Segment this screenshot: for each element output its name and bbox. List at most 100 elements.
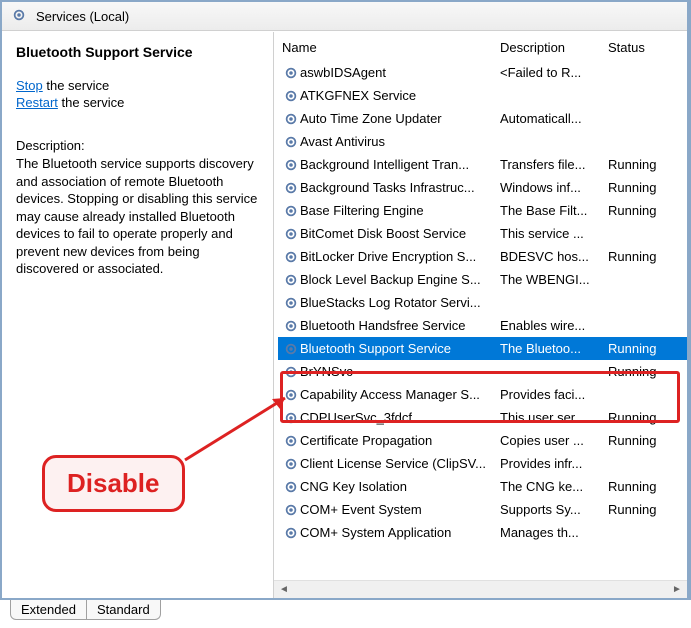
- service-row[interactable]: ATKGFNEX Service: [278, 84, 687, 107]
- service-row[interactable]: Base Filtering EngineThe Base Filt...Run…: [278, 199, 687, 222]
- service-status: Running: [608, 433, 687, 448]
- service-name: BitComet Disk Boost Service: [300, 226, 500, 241]
- description-text: The Bluetooth service supports discovery…: [16, 155, 259, 278]
- stop-suffix: the service: [43, 78, 109, 93]
- service-status: Running: [608, 479, 687, 494]
- service-description: <Failed to R...: [500, 65, 608, 80]
- restart-link[interactable]: Restart: [16, 95, 58, 110]
- service-row[interactable]: Capability Access Manager S...Provides f…: [278, 383, 687, 406]
- details-pane: Bluetooth Support Service Stop the servi…: [2, 32, 274, 598]
- services-icon: [12, 8, 28, 24]
- tab-standard[interactable]: Standard: [86, 600, 161, 620]
- service-row[interactable]: BitComet Disk Boost ServiceThis service …: [278, 222, 687, 245]
- description-heading: Description:: [16, 138, 259, 153]
- service-name: BitLocker Drive Encryption S...: [300, 249, 500, 264]
- column-description[interactable]: Description: [500, 40, 608, 55]
- stop-link[interactable]: Stop: [16, 78, 43, 93]
- service-status: Running: [608, 180, 687, 195]
- service-name: COM+ System Application: [300, 525, 500, 540]
- restart-suffix: the service: [58, 95, 124, 110]
- service-row[interactable]: CNG Key IsolationThe CNG ke...Running: [278, 475, 687, 498]
- service-row[interactable]: CDPUserSvc_3fdcfThis user ser...Running: [278, 406, 687, 429]
- service-description: The Bluetoo...: [500, 341, 608, 356]
- service-row[interactable]: COM+ Event SystemSupports Sy...Running: [278, 498, 687, 521]
- service-icon: [282, 388, 300, 402]
- service-row[interactable]: Auto Time Zone UpdaterAutomaticall...: [278, 107, 687, 130]
- service-name: COM+ Event System: [300, 502, 500, 517]
- service-status: Running: [608, 410, 687, 425]
- service-icon: [282, 135, 300, 149]
- service-name: Bluetooth Support Service: [300, 341, 500, 356]
- service-description: Windows inf...: [500, 180, 608, 195]
- annotation-label: Disable: [67, 468, 160, 498]
- service-icon: [282, 526, 300, 540]
- service-row[interactable]: Bluetooth Support ServiceThe Bluetoo...R…: [278, 337, 687, 360]
- service-name: Auto Time Zone Updater: [300, 111, 500, 126]
- service-name: Base Filtering Engine: [300, 203, 500, 218]
- service-name: BrYNSvc: [300, 364, 500, 379]
- service-description: Enables wire...: [500, 318, 608, 333]
- service-icon: [282, 365, 300, 379]
- service-icon: [282, 250, 300, 264]
- service-icon: [282, 89, 300, 103]
- service-row[interactable]: COM+ System ApplicationManages th...: [278, 521, 687, 544]
- service-name: ATKGFNEX Service: [300, 88, 500, 103]
- service-status: Running: [608, 157, 687, 172]
- tab-extended[interactable]: Extended: [10, 600, 87, 620]
- service-icon: [282, 112, 300, 126]
- services-list: Name Description Status aswbIDSAgent<Fai…: [274, 32, 687, 598]
- service-name: Background Intelligent Tran...: [300, 157, 500, 172]
- service-icon: [282, 503, 300, 517]
- service-icon: [282, 66, 300, 80]
- service-name: Block Level Backup Engine S...: [300, 272, 500, 287]
- service-row[interactable]: BlueStacks Log Rotator Servi...: [278, 291, 687, 314]
- service-description: This user ser...: [500, 410, 608, 425]
- service-status: Running: [608, 502, 687, 517]
- service-icon: [282, 434, 300, 448]
- service-icon: [282, 480, 300, 494]
- service-row[interactable]: Avast Antivirus: [278, 130, 687, 153]
- service-status: Running: [608, 341, 687, 356]
- horizontal-scrollbar[interactable]: ◄ ►: [274, 580, 687, 598]
- service-row[interactable]: BitLocker Drive Encryption S...BDESVC ho…: [278, 245, 687, 268]
- column-name[interactable]: Name: [282, 40, 500, 55]
- service-description: Supports Sy...: [500, 502, 608, 517]
- service-description: Manages th...: [500, 525, 608, 540]
- service-row[interactable]: Background Tasks Infrastruc...Windows in…: [278, 176, 687, 199]
- service-description: Transfers file...: [500, 157, 608, 172]
- service-row[interactable]: BrYNSvcRunning: [278, 360, 687, 383]
- service-icon: [282, 411, 300, 425]
- service-row[interactable]: Block Level Backup Engine S...The WBENGI…: [278, 268, 687, 291]
- service-name: Client License Service (ClipSV...: [300, 456, 500, 471]
- service-row[interactable]: Certificate PropagationCopies user ...Ru…: [278, 429, 687, 452]
- service-description: This service ...: [500, 226, 608, 241]
- service-name: Background Tasks Infrastruc...: [300, 180, 500, 195]
- service-icon: [282, 181, 300, 195]
- service-icon: [282, 158, 300, 172]
- service-description: Automaticall...: [500, 111, 608, 126]
- scroll-left-icon[interactable]: ◄: [276, 583, 292, 597]
- scroll-right-icon[interactable]: ►: [669, 583, 685, 597]
- service-icon: [282, 342, 300, 356]
- window-titlebar: Services (Local): [2, 2, 687, 31]
- service-description: Provides faci...: [500, 387, 608, 402]
- service-icon: [282, 319, 300, 333]
- service-icon: [282, 204, 300, 218]
- service-description: The CNG ke...: [500, 479, 608, 494]
- list-header: Name Description Status: [274, 32, 687, 61]
- service-icon: [282, 296, 300, 310]
- annotation-callout: Disable: [42, 455, 185, 512]
- service-row[interactable]: Bluetooth Handsfree ServiceEnables wire.…: [278, 314, 687, 337]
- service-name: Capability Access Manager S...: [300, 387, 500, 402]
- service-name: Certificate Propagation: [300, 433, 500, 448]
- service-description: The Base Filt...: [500, 203, 608, 218]
- service-row[interactable]: Background Intelligent Tran...Transfers …: [278, 153, 687, 176]
- service-row[interactable]: Client License Service (ClipSV...Provide…: [278, 452, 687, 475]
- service-name: Avast Antivirus: [300, 134, 500, 149]
- service-name: Bluetooth Handsfree Service: [300, 318, 500, 333]
- service-description: Provides infr...: [500, 456, 608, 471]
- column-status[interactable]: Status: [608, 40, 679, 55]
- service-status: Running: [608, 249, 687, 264]
- service-name: BlueStacks Log Rotator Servi...: [300, 295, 500, 310]
- service-row[interactable]: aswbIDSAgent<Failed to R...: [278, 61, 687, 84]
